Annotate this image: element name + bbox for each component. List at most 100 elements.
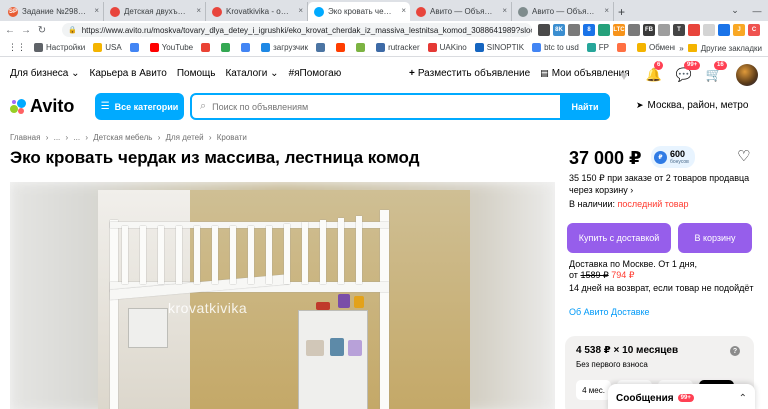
extension-icon[interactable] xyxy=(658,24,670,36)
browser-tab[interactable]: Авито — Объявления × xyxy=(410,2,512,21)
browser-tab[interactable]: Krovatkivika - официал × xyxy=(206,2,308,21)
breadcrumb-item[interactable]: Для детей xyxy=(166,133,204,142)
bookmark-favicon-icon xyxy=(617,43,627,52)
nav-help[interactable]: Помощь xyxy=(177,68,216,79)
installment-amount: 4 538 ₽ × 10 месяцев xyxy=(576,345,679,356)
apps-icon[interactable]: ⋮⋮ xyxy=(8,42,26,53)
more-bookmarks-icon[interactable]: » xyxy=(679,44,683,53)
breadcrumb-item[interactable]: ... xyxy=(54,133,61,142)
buy-with-delivery-button[interactable]: Купить с доставкой xyxy=(567,223,671,253)
search-input[interactable] xyxy=(212,101,553,112)
extension-icon[interactable]: C xyxy=(748,24,760,36)
breadcrumb-item[interactable]: Главная xyxy=(10,133,40,142)
close-tab-icon[interactable]: × xyxy=(196,6,201,15)
bookmark-item[interactable] xyxy=(316,43,328,52)
user-avatar[interactable] xyxy=(736,64,758,86)
extension-icon[interactable] xyxy=(628,24,640,36)
extension-icon[interactable] xyxy=(703,24,715,36)
tab-favicon-icon xyxy=(110,6,120,17)
bookmark-item[interactable]: btc to usd xyxy=(532,43,579,52)
close-tab-icon[interactable]: × xyxy=(94,6,99,15)
bookmark-item[interactable]: загрузчик xyxy=(261,43,308,52)
address-bar[interactable]: 🔒 https://www.avito.ru/moskva/tovary_dly… xyxy=(62,23,532,37)
tab-title: Krovatkivika - официал xyxy=(226,7,291,16)
chevron-up-icon[interactable]: ⌃ xyxy=(739,393,747,404)
close-tab-icon[interactable]: × xyxy=(502,6,507,15)
extension-icon[interactable] xyxy=(598,24,610,36)
bookmarks-bar: ⋮⋮ Настройки USA YouTube загрузчик rutracker… xyxy=(0,39,768,57)
bookmark-item[interactable] xyxy=(336,43,348,52)
location-selector[interactable]: ➤ Москва, район, метро xyxy=(636,100,748,111)
bookmark-item[interactable]: YouTube xyxy=(149,43,193,52)
all-categories-button[interactable]: ☰ Все категории xyxy=(95,93,184,120)
extension-icon[interactable]: LTC xyxy=(613,24,625,36)
bookmark-item[interactable]: USA xyxy=(93,43,122,52)
lock-icon[interactable]: 🔒 xyxy=(68,26,77,34)
add-to-cart-button[interactable]: В корзину xyxy=(678,223,752,253)
post-ad-link[interactable]: + Разместить объявление xyxy=(409,68,530,79)
close-tab-icon[interactable]: × xyxy=(401,6,406,15)
installment-option[interactable]: 4 мес. xyxy=(576,380,611,400)
forward-icon[interactable]: → xyxy=(20,25,32,36)
browser-tab[interactable]: Детская двухъярусная × xyxy=(104,2,206,21)
bookmark-item[interactable]: Настройки xyxy=(34,43,85,52)
bookmark-item[interactable] xyxy=(617,43,629,52)
extension-icon[interactable]: 8 xyxy=(583,24,595,36)
extension-icon[interactable] xyxy=(538,24,550,36)
info-icon[interactable]: ? xyxy=(730,346,740,356)
bulk-price-link[interactable]: через корзину › xyxy=(569,185,633,196)
bookmark-item[interactable]: rutracker xyxy=(376,43,420,52)
breadcrumb-item[interactable]: Детская мебель xyxy=(93,133,152,142)
extension-icon[interactable]: FB xyxy=(643,24,655,36)
extension-icon[interactable]: 8K xyxy=(553,24,565,36)
extension-icon[interactable] xyxy=(688,24,700,36)
nav-catalogs[interactable]: Каталоги ⌄ xyxy=(225,68,278,79)
breadcrumb-item[interactable]: Кровати xyxy=(217,133,247,142)
url-text: https://www.avito.ru/moskva/tovary_dlya_… xyxy=(81,25,532,35)
favorite-heart-icon[interactable]: ♡ xyxy=(737,147,750,165)
breadcrumb-item[interactable]: ... xyxy=(73,133,80,142)
close-tab-icon[interactable]: × xyxy=(298,6,303,15)
extension-icon[interactable]: J xyxy=(733,24,745,36)
listing-photo[interactable]: krovatkivika xyxy=(10,182,555,409)
reload-icon[interactable]: ↻ xyxy=(36,25,48,36)
delivery-price: от 1589 ₽ 794 ₽ xyxy=(569,270,635,280)
notifications-bell-icon[interactable]: 🔔 6 xyxy=(646,61,664,83)
extension-icon[interactable] xyxy=(718,24,730,36)
bookmark-item[interactable] xyxy=(201,43,213,52)
search-button[interactable]: Найти xyxy=(560,93,610,120)
bookmark-item[interactable] xyxy=(129,43,142,52)
extension-icon[interactable]: T xyxy=(673,24,685,36)
nav-business[interactable]: Для бизнеса ⌄ xyxy=(10,68,80,79)
bonus-coin-icon: ₽ xyxy=(654,150,667,164)
browser-tab[interactable]: SP Задание №2989193 - п × xyxy=(2,2,104,21)
photo-watermark: krovatkivika xyxy=(168,300,248,316)
extensions-area: 8K 8 LTC FB T J C xyxy=(538,23,768,37)
back-icon[interactable]: ← xyxy=(4,25,16,36)
new-tab-button[interactable]: + xyxy=(618,2,625,21)
close-tab-icon[interactable]: × xyxy=(604,6,609,15)
messages-widget[interactable]: Сообщения 99+ ⌃ xyxy=(608,384,755,409)
avito-delivery-link[interactable]: Об Авито Доставке xyxy=(569,307,650,318)
bookmark-item[interactable]: SINOPTIK xyxy=(474,43,524,52)
browser-tab[interactable]: Эко кровать чердак из × xyxy=(308,2,410,21)
bookmark-item[interactable]: UAKino xyxy=(427,43,467,52)
cart-icon[interactable]: 🛒 16 xyxy=(706,61,727,83)
bookmark-item[interactable] xyxy=(356,43,368,52)
minimize-icon[interactable]: — xyxy=(746,0,768,21)
avito-logo[interactable]: Avito xyxy=(10,96,74,117)
favorites-heart-icon[interactable]: ♥ xyxy=(616,67,632,83)
tab-search-icon[interactable]: ⌄ xyxy=(724,0,746,21)
bookmark-item[interactable] xyxy=(241,43,253,52)
bonus-badge[interactable]: ₽ 600 бонусов xyxy=(651,146,695,168)
bonus-label: бонусов xyxy=(670,158,689,165)
other-bookmarks[interactable]: Другие закладки xyxy=(701,44,762,53)
messages-chat-icon[interactable]: 💬 99+ xyxy=(676,61,701,83)
nav-career[interactable]: Карьера в Авито xyxy=(90,68,167,79)
browser-tab[interactable]: Авито — Объявления × xyxy=(512,2,614,21)
extension-icon[interactable] xyxy=(568,24,580,36)
bookmark-favicon-icon xyxy=(221,43,231,52)
bookmark-item[interactable]: FP xyxy=(586,43,609,52)
bookmark-item[interactable] xyxy=(221,43,233,52)
nav-i-help[interactable]: #яПомогаю xyxy=(289,68,342,79)
